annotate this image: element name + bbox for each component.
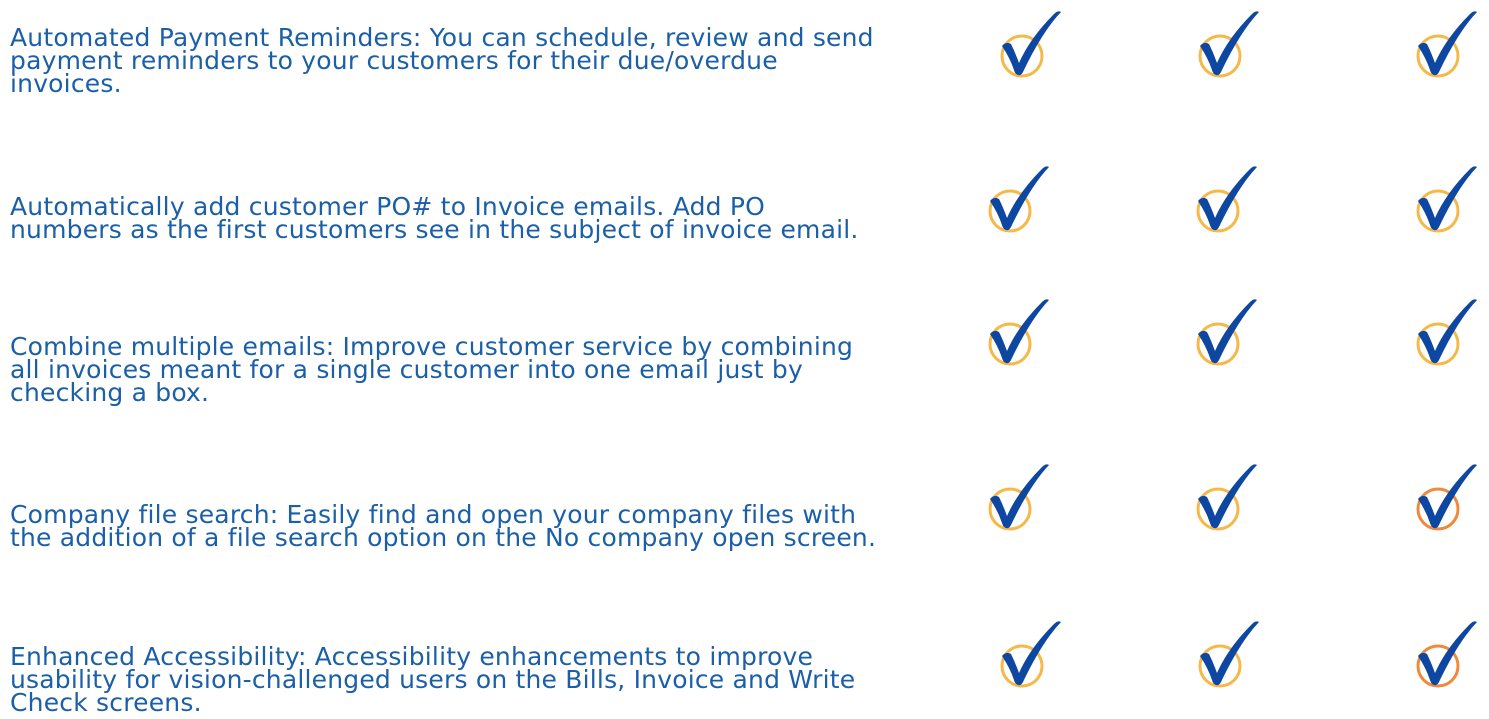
check-tick [1418, 621, 1477, 686]
check-tick [1418, 166, 1477, 231]
checkmark-icon [1408, 461, 1488, 541]
check-tick [1418, 299, 1477, 364]
checkmark-icon [980, 296, 1060, 376]
check-tick [990, 299, 1049, 364]
checkmark-icon [1408, 296, 1488, 376]
check-tick [990, 464, 1049, 529]
feature-description: Automated Payment Reminders: You can sch… [10, 23, 874, 98]
checkmark-icon [1408, 8, 1488, 88]
checkmark-svg [1198, 621, 1259, 688]
checkmark-svg [1000, 621, 1061, 688]
checkmark-svg [988, 299, 1049, 366]
feature-description: Company file search: Easily find and ope… [10, 500, 877, 552]
feature-description: Enhanced Accessibility: Accessibility en… [10, 642, 856, 717]
checkmark-icon [1408, 163, 1488, 243]
check-tick [1200, 621, 1259, 686]
checkmark-svg [1196, 299, 1257, 366]
checkmark-svg [1000, 11, 1061, 78]
checkmark-svg [1416, 299, 1477, 366]
checkmark-svg [988, 166, 1049, 233]
check-tick [1002, 621, 1061, 686]
checkmark-svg [1196, 464, 1257, 531]
check-tick [1418, 464, 1477, 529]
checkmark-svg [1198, 11, 1259, 78]
checkmark-svg [1196, 166, 1257, 233]
checkmark-icon [980, 163, 1060, 243]
checkmark-svg [1416, 621, 1477, 688]
checkmark-icon [980, 461, 1060, 541]
check-tick [1002, 11, 1061, 76]
check-tick [1198, 166, 1257, 231]
checkmark-svg [1416, 464, 1477, 531]
checkmark-icon [1190, 8, 1270, 88]
checkmark-svg [1416, 166, 1477, 233]
check-tick [1198, 299, 1257, 364]
checkmark-icon [1190, 618, 1270, 698]
checkmark-svg [1416, 11, 1477, 78]
check-tick [1418, 11, 1477, 76]
checkmark-icon [1188, 461, 1268, 541]
checkmark-icon [992, 8, 1072, 88]
feature-description: Automatically add customer PO# to Invoic… [10, 192, 859, 244]
check-tick [1198, 464, 1257, 529]
check-tick [1200, 11, 1259, 76]
feature-description: Combine multiple emails: Improve custome… [10, 332, 854, 407]
check-tick [990, 166, 1049, 231]
checkmark-icon [1408, 618, 1488, 698]
checkmark-svg [988, 464, 1049, 531]
checkmark-icon [1188, 296, 1268, 376]
checkmark-icon [1188, 163, 1268, 243]
checkmark-icon [992, 618, 1072, 698]
